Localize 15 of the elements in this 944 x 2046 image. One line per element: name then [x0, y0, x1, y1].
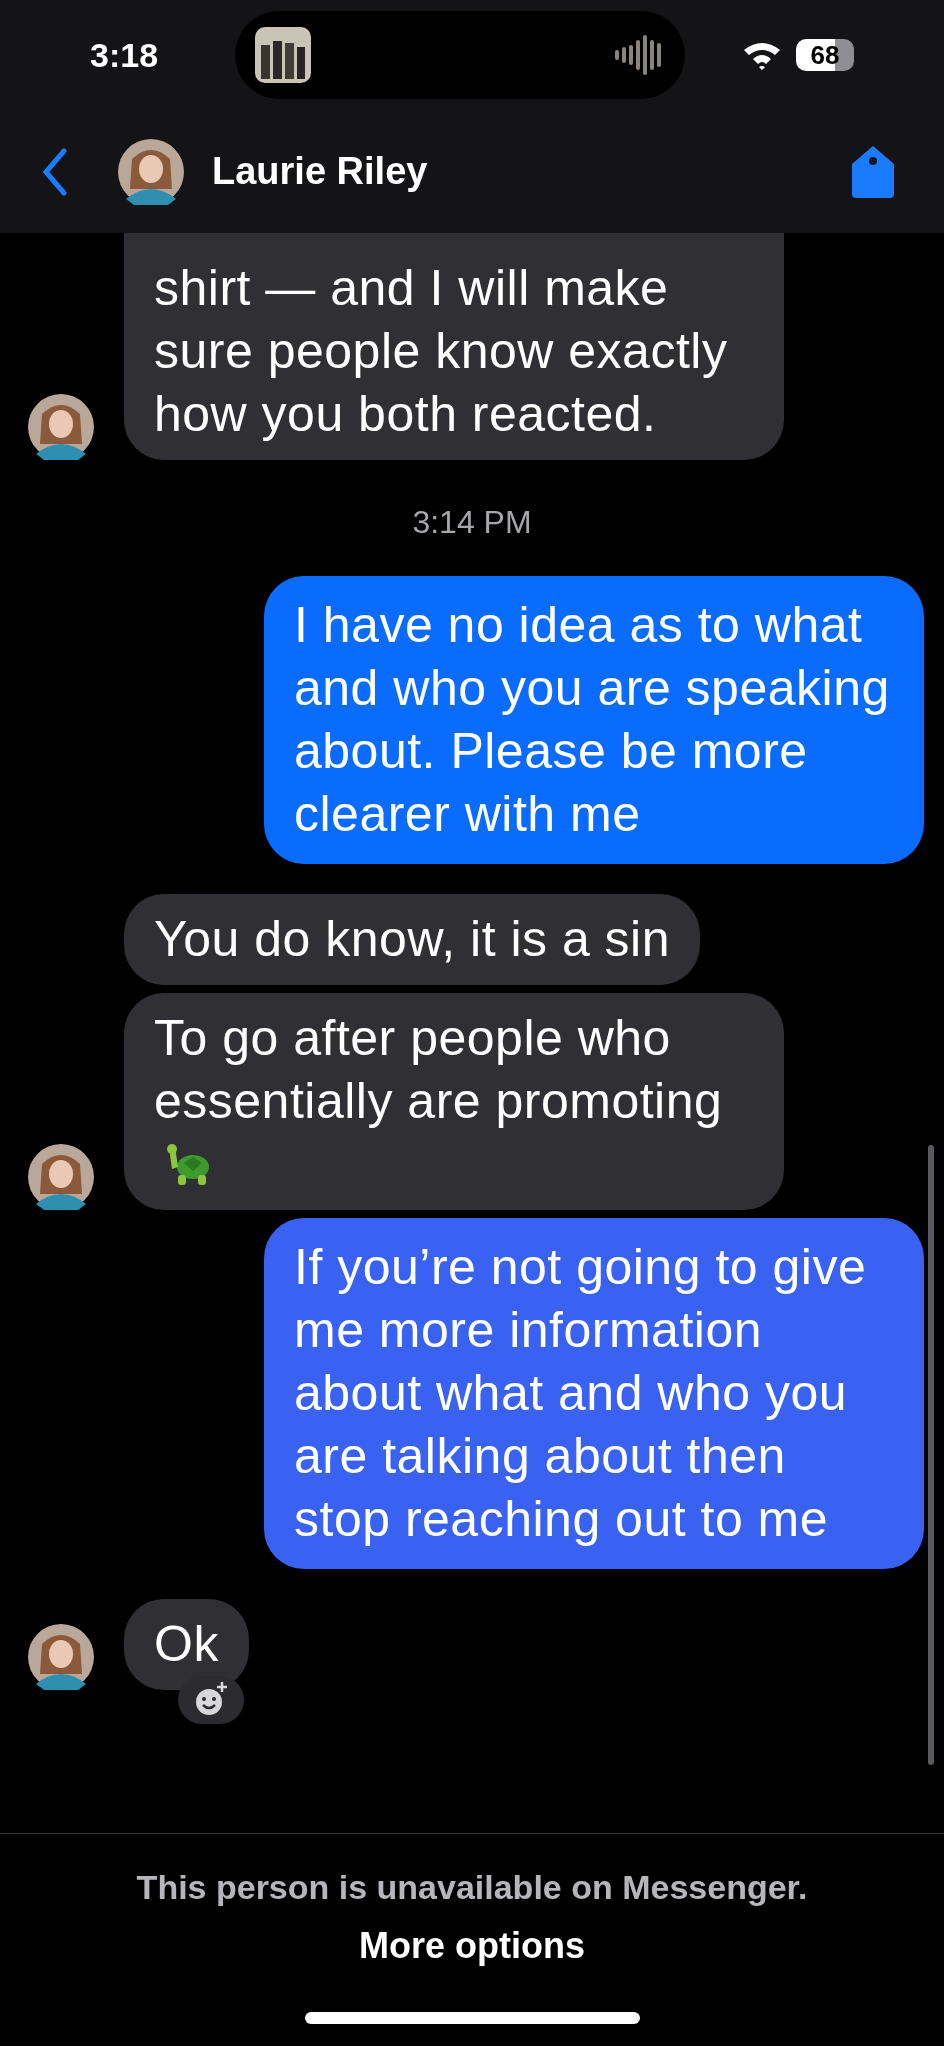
- incoming-message: To go after people who essentially are promoting: [124, 993, 784, 1210]
- more-options-link[interactable]: More options: [359, 1919, 585, 1973]
- timestamp: 3:14 PM: [412, 503, 532, 542]
- outgoing-message: I have no idea as to what and who you are speaking about. Please be more clearer with me: [264, 576, 924, 864]
- avatar: [118, 138, 184, 205]
- wifi-icon: [742, 40, 782, 70]
- unavailable-notice: This person is unavailable on Messenger.: [136, 1867, 808, 1908]
- clock: 3:18: [90, 34, 159, 76]
- tag-icon[interactable]: [850, 143, 896, 200]
- battery-indicator: 68: [796, 39, 854, 71]
- outgoing-message: If you’re not going to give me more information about what and who you are talking about then stop reaching out to me: [264, 1218, 924, 1569]
- incoming-message: shirt — and I will make sure people know exactly how you both reacted.: [124, 233, 784, 460]
- incoming-message: Ok: [124, 1599, 249, 1690]
- incoming-message: You do know, it is a sin: [124, 894, 701, 985]
- contact-name[interactable]: Laurie Riley: [212, 143, 428, 200]
